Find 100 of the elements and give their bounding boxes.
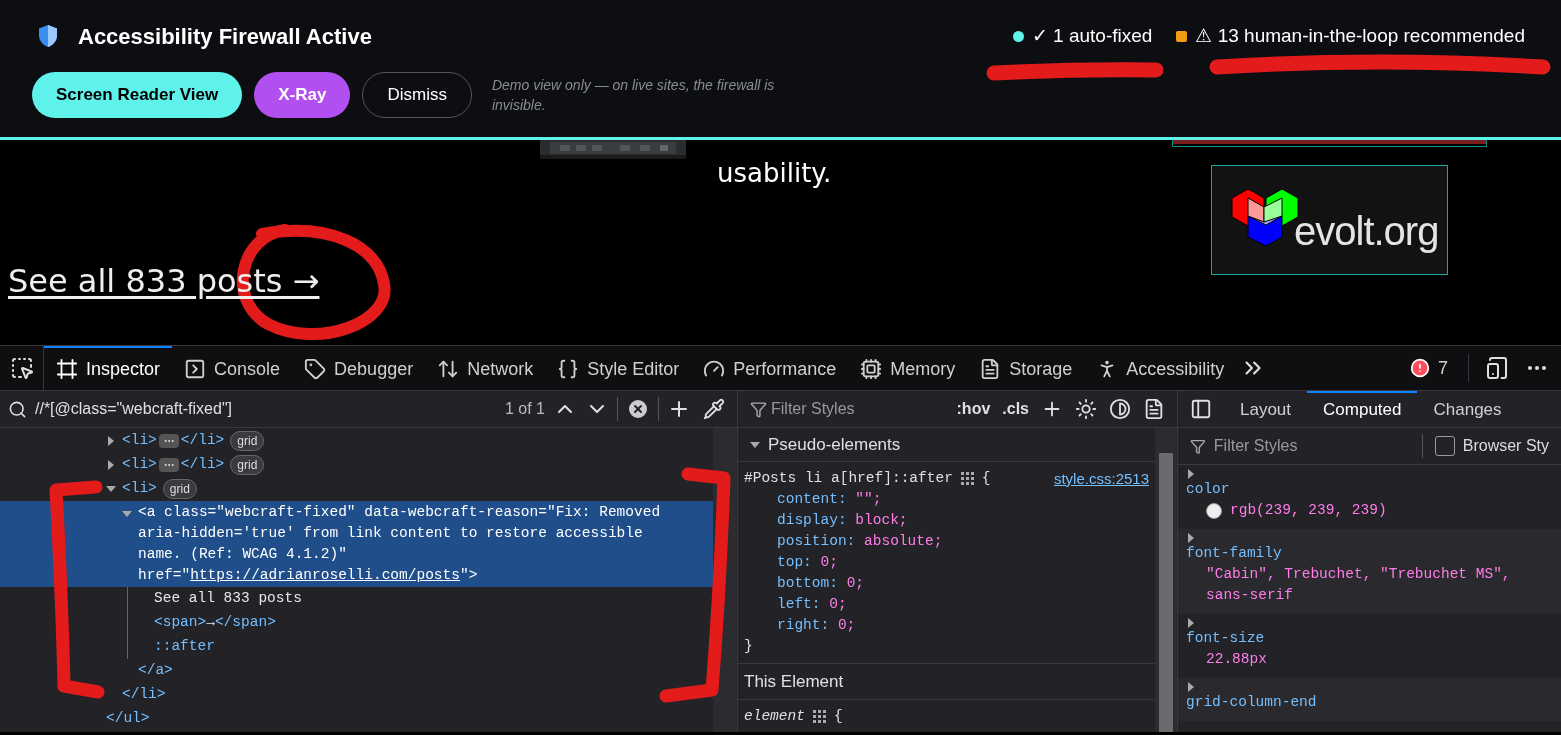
tag-markup[interactable]: <li> <box>122 430 157 452</box>
devtools-tab[interactable]: Performance <box>691 346 849 390</box>
devtools-tab[interactable]: Network <box>425 346 546 390</box>
css-property: right: <box>777 617 830 633</box>
expand-triangle-icon[interactable] <box>106 436 116 446</box>
light-scheme-icon[interactable] <box>1075 398 1097 420</box>
open-brace: { <box>981 469 991 488</box>
class-toggle[interactable]: .cls <box>1002 397 1029 421</box>
computed-property: font-family <box>1186 544 1283 563</box>
braces-icon <box>557 358 580 380</box>
expand-triangle-icon[interactable] <box>1186 533 1196 543</box>
demo-note: Demo view only — on live sites, the firewall is invisible. <box>491 76 776 115</box>
clear-search-icon[interactable] <box>626 397 650 421</box>
section-title: Pseudo-elements <box>768 433 901 456</box>
computed-value: 22.88px <box>1206 650 1267 669</box>
css-value: 0; <box>829 596 847 612</box>
computed-property: color <box>1186 480 1231 499</box>
checkbox-label: Browser Sty <box>1462 436 1549 456</box>
shield-icon <box>38 24 58 48</box>
devtools-tab[interactable]: Storage <box>967 346 1085 390</box>
sidebar-tab[interactable]: Changes <box>1417 391 1518 427</box>
collapse-triangle-icon[interactable] <box>106 484 116 494</box>
checkbox[interactable] <box>1434 436 1455 456</box>
color-swatch[interactable] <box>1206 503 1222 519</box>
devtools-tab[interactable]: Memory <box>848 346 968 390</box>
status-text: ✓ 1 auto-fixed <box>1031 23 1153 48</box>
frame-icon <box>56 358 78 380</box>
search-field[interactable]: //*[@class="webcraft-fixed"] <box>35 397 497 421</box>
eyedropper-icon[interactable] <box>703 398 725 420</box>
tag-markup[interactable]: </li> <box>122 684 166 706</box>
tag-markup[interactable]: <span> <box>154 612 207 634</box>
tag-markup[interactable]: <li> <box>122 454 157 476</box>
error-icon[interactable] <box>1410 358 1430 378</box>
logo-text: evolt.org <box>1294 208 1439 255</box>
grid-badge[interactable]: grid <box>230 455 265 475</box>
match-count: 1 of 1 <box>504 399 545 419</box>
tag-markup[interactable]: </a> <box>138 660 173 682</box>
computed-value: rgb(239, 239, 239) <box>1230 501 1387 520</box>
css-property: left: <box>777 596 821 612</box>
sidebar-toggle-icon[interactable] <box>1190 398 1212 420</box>
tag-markup[interactable]: </ul> <box>106 708 150 730</box>
grid-icon[interactable] <box>812 710 826 724</box>
devtools-tab[interactable]: Style Editor <box>545 346 692 390</box>
collapse-triangle-icon[interactable] <box>122 509 132 519</box>
error-count[interactable]: 7 <box>1438 354 1448 382</box>
screen-reader-view-button[interactable]: Screen Reader View <box>32 72 243 118</box>
devtools-tab[interactable]: Console <box>172 346 293 390</box>
hover-state-toggle[interactable]: :hov <box>956 397 991 421</box>
tag-icon <box>304 358 327 380</box>
responsive-design-icon[interactable] <box>1485 356 1509 380</box>
x-ray-button[interactable]: X-Ray <box>254 72 351 118</box>
node-text: → <box>206 613 215 633</box>
computed-property: font-size <box>1186 629 1266 648</box>
node-text: See all 833 posts <box>154 589 302 609</box>
search-icon <box>8 399 27 419</box>
css-value: block; <box>855 512 908 528</box>
filter-styles-field[interactable]: Filter Styles <box>1213 434 1414 458</box>
expand-triangle-icon[interactable] <box>106 460 116 470</box>
tag-markup[interactable]: </span> <box>214 612 276 634</box>
css-value: 0; <box>820 554 838 570</box>
filter-icon <box>1190 437 1206 455</box>
css-selector: element <box>744 707 805 726</box>
devtools-tab[interactable]: Accessibility <box>1084 346 1237 390</box>
grid-badge[interactable]: grid <box>230 431 265 451</box>
css-selector: #Posts li a[href]::after <box>744 469 953 488</box>
css-value: 0; <box>846 575 865 591</box>
pseudo-elements-header[interactable]: Pseudo-elements <box>738 428 1155 462</box>
print-media-icon[interactable] <box>1143 398 1165 420</box>
css-property: content: <box>777 491 847 507</box>
tag-markup[interactable]: <li> <box>122 478 157 500</box>
pseudo-element-node[interactable]: ::after <box>154 636 215 658</box>
ellipsis-icon[interactable] <box>158 434 179 448</box>
section-title: This Element <box>738 664 1155 700</box>
tag-markup[interactable]: </li> <box>180 430 225 452</box>
evolt-logo[interactable]: evolt.org <box>1211 165 1448 275</box>
ellipsis-icon[interactable] <box>158 458 179 472</box>
css-value: absolute; <box>864 533 943 549</box>
grid-icon[interactable] <box>960 472 974 485</box>
url-link[interactable]: https://adrianroselli.com/posts <box>190 567 460 583</box>
filter-styles-field[interactable]: Filter Styles <box>771 397 941 421</box>
collapse-triangle-icon[interactable] <box>750 439 760 450</box>
scrollbar[interactable] <box>1155 428 1177 732</box>
computed-value: "Cabin", Trebuchet, "Trebuchet MS", sans-serif <box>1206 565 1512 605</box>
open-brace: { <box>833 707 843 726</box>
expand-triangle-icon[interactable] <box>1186 469 1196 479</box>
paragraph-text: usability. <box>717 157 832 190</box>
computed-property: grid-column-end <box>1186 693 1318 712</box>
css-property: bottom: <box>777 575 838 591</box>
tag-markup[interactable]: </li> <box>180 454 225 476</box>
devtools-tab[interactable]: Debugger <box>292 346 426 390</box>
filter-icon <box>750 400 767 418</box>
css-property: position: <box>777 533 856 549</box>
grid-badge[interactable]: grid <box>162 479 197 499</box>
stylesheet-link[interactable]: style.css:2513 <box>1053 468 1149 489</box>
sidebar-tab[interactable]: Computed <box>1307 391 1418 427</box>
sidebar-tab[interactable]: Layout <box>1224 391 1308 427</box>
banner-title: Accessibility Firewall Active <box>78 22 372 51</box>
expand-triangle-icon[interactable] <box>1186 618 1196 628</box>
expand-triangle-icon[interactable] <box>1186 682 1196 692</box>
contrast-icon[interactable] <box>1109 398 1131 420</box>
